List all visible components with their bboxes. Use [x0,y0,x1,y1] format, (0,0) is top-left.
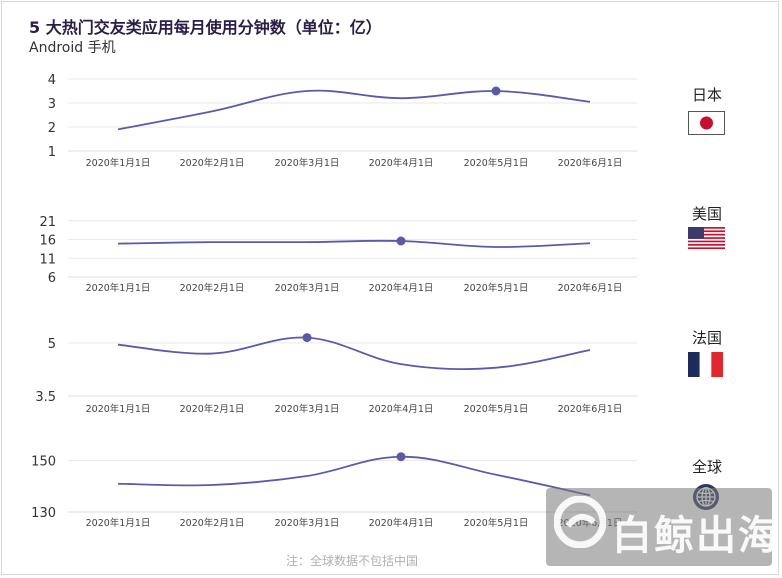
series-line [117,336,591,371]
country-label-global: 全球 [691,458,722,476]
x-tick-label: 2020年1月1日 [86,403,151,415]
x-tick-label: 2020年1月1日 [86,282,151,294]
x-tick-label: 2020年4月1日 [369,517,434,529]
france-flag [688,352,723,377]
y-tick-label: 4 [48,73,56,88]
y-tick-label: 150 [31,455,56,470]
x-tick-label: 2020年5月1日 [464,157,529,169]
x-tick-label: 2020年5月1日 [464,282,529,294]
series-line [117,89,591,131]
us-flag [688,227,725,249]
y-tick-label: 5 [48,337,56,352]
x-tick-label: 2020年2月1日 [180,157,245,169]
x-tick-label: 2020年4月1日 [369,403,434,415]
country-label-france: 法国 [691,329,722,347]
y-tick-label: 16 [39,234,56,249]
watermark-text: 白鲸出海 [612,513,780,559]
y-tick-label: 3 [48,97,56,112]
x-tick-label: 2020年3月1日 [275,157,340,169]
country-label-us: 美国 [691,205,722,223]
x-tick-label: 2020年4月1日 [369,157,434,169]
y-tick-label: 1 [48,145,56,160]
y-tick-label: 11 [39,252,56,267]
x-tick-label: 2020年6月1日 [558,157,623,169]
y-tick-label: 21 [39,215,56,230]
x-tick-label: 2020年2月1日 [180,282,245,294]
x-tick-label: 2020年4月1日 [369,282,434,294]
whale-logo-icon [554,496,606,548]
japan-flag [688,111,725,135]
series-line [117,239,591,248]
y-tick-label: 3.5 [35,390,56,405]
x-tick-label: 2020年6月1日 [558,403,623,415]
country-label-japan: 日本 [691,86,722,104]
y-tick-label: 2 [48,121,56,136]
series-line [117,455,591,497]
y-tick-label: 130 [31,506,56,521]
x-tick-label: 2020年1月1日 [86,517,151,529]
highlight-point [491,86,501,96]
x-tick-label: 2020年3月1日 [275,517,340,529]
x-tick-label: 2020年2月1日 [180,403,245,415]
x-tick-label: 2020年5月1日 [464,403,529,415]
y-tick-label: 6 [48,271,56,286]
x-tick-label: 2020年3月1日 [275,403,340,415]
highlight-point [302,333,312,343]
highlight-point [396,236,406,246]
x-tick-label: 2020年3月1日 [275,282,340,294]
highlight-point [396,452,406,462]
x-tick-label: 2020年5月1日 [464,517,529,529]
x-tick-label: 2020年1月1日 [86,157,151,169]
x-tick-label: 2020年6月1日 [558,282,623,294]
x-tick-label: 2020年2月1日 [180,517,245,529]
